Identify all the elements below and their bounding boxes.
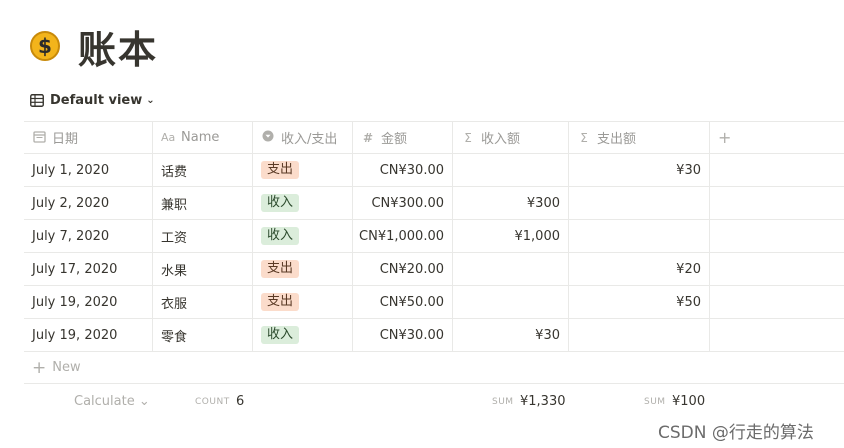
text-icon: Aa bbox=[161, 131, 176, 144]
amount-cell[interactable]: CN¥30.00 bbox=[353, 154, 453, 186]
table-header: 日期 Aa Name 收入/支出 # 金额 Σ 收入额 Σ 支出额 + bbox=[24, 121, 844, 154]
date-cell[interactable]: July 1, 2020 bbox=[24, 154, 153, 186]
column-header-date[interactable]: 日期 bbox=[24, 122, 153, 153]
name-cell[interactable]: 工资 bbox=[153, 220, 253, 252]
name-cell[interactable]: 水果 bbox=[153, 253, 253, 285]
income-sum-label[interactable]: SUM bbox=[492, 397, 514, 407]
expense-cell[interactable] bbox=[569, 319, 710, 351]
type-tag: 支出 bbox=[261, 293, 300, 311]
table-row[interactable]: July 7, 2020 工资 收入 CN¥1,000.00 ¥1,000 bbox=[24, 220, 844, 253]
type-cell[interactable]: 收入 bbox=[253, 187, 353, 219]
type-tag: 收入 bbox=[261, 194, 300, 212]
empty-cell[interactable] bbox=[710, 319, 844, 351]
chevron-down-icon[interactable]: ⌄ bbox=[146, 95, 154, 106]
expense-cell[interactable]: ¥30 bbox=[569, 154, 710, 186]
view-selector[interactable]: Default view ⌄ bbox=[30, 90, 155, 110]
type-tag: 收入 bbox=[261, 227, 300, 245]
expense-cell[interactable]: ¥20 bbox=[569, 253, 710, 285]
date-cell[interactable]: July 19, 2020 bbox=[24, 286, 153, 318]
date-cell[interactable]: July 7, 2020 bbox=[24, 220, 153, 252]
table-icon bbox=[30, 93, 44, 107]
page-header: $ 账本 bbox=[30, 22, 158, 72]
expense-cell[interactable]: ¥50 bbox=[569, 286, 710, 318]
income-cell[interactable] bbox=[453, 154, 569, 186]
table-row[interactable]: July 19, 2020 零食 收入 CN¥30.00 ¥30 bbox=[24, 319, 844, 352]
expense-cell[interactable] bbox=[569, 220, 710, 252]
plus-icon: + bbox=[718, 128, 732, 147]
formula-icon: Σ bbox=[464, 130, 472, 145]
type-tag: 支出 bbox=[261, 260, 300, 278]
dollar-coin-icon: $ bbox=[30, 31, 60, 61]
column-header-name[interactable]: Aa Name bbox=[153, 122, 253, 153]
table-row[interactable]: July 1, 2020 话费 支出 CN¥30.00 ¥30 bbox=[24, 154, 844, 187]
calculate-menu[interactable]: Calculate ⌄ bbox=[74, 394, 150, 409]
column-header-type[interactable]: 收入/支出 bbox=[253, 122, 353, 153]
income-cell[interactable] bbox=[453, 253, 569, 285]
select-icon bbox=[261, 130, 275, 145]
expense-cell[interactable] bbox=[569, 187, 710, 219]
name-cell[interactable]: 兼职 bbox=[153, 187, 253, 219]
add-column-button[interactable]: + bbox=[710, 122, 844, 153]
income-cell[interactable]: ¥1,000 bbox=[453, 220, 569, 252]
expense-sum-value: ¥100 bbox=[672, 394, 706, 409]
column-header-income[interactable]: Σ 收入额 bbox=[453, 122, 569, 153]
calendar-icon bbox=[32, 130, 46, 146]
database-table: 日期 Aa Name 收入/支出 # 金额 Σ 收入额 Σ 支出额 + July… bbox=[24, 121, 844, 418]
name-cell[interactable]: 衣服 bbox=[153, 286, 253, 318]
count-value: 6 bbox=[236, 394, 245, 409]
date-cell[interactable]: July 17, 2020 bbox=[24, 253, 153, 285]
watermark: CSDN @行走的算法 bbox=[658, 423, 814, 443]
income-cell[interactable] bbox=[453, 286, 569, 318]
calculation-row: Calculate ⌄ COUNT 6 SUM ¥1,330 SUM ¥100 bbox=[24, 384, 844, 418]
type-cell[interactable]: 支出 bbox=[253, 253, 353, 285]
formula-icon: Σ bbox=[580, 130, 588, 145]
name-cell[interactable]: 话费 bbox=[153, 154, 253, 186]
empty-cell[interactable] bbox=[710, 154, 844, 186]
column-header-amount[interactable]: # 金额 bbox=[353, 122, 453, 153]
income-cell[interactable]: ¥300 bbox=[453, 187, 569, 219]
type-cell[interactable]: 收入 bbox=[253, 319, 353, 351]
amount-cell[interactable]: CN¥50.00 bbox=[353, 286, 453, 318]
empty-cell[interactable] bbox=[710, 286, 844, 318]
empty-cell[interactable] bbox=[710, 253, 844, 285]
type-cell[interactable]: 支出 bbox=[253, 154, 353, 186]
number-icon: # bbox=[362, 130, 374, 145]
column-header-expense[interactable]: Σ 支出额 bbox=[569, 122, 710, 153]
name-cell[interactable]: 零食 bbox=[153, 319, 253, 351]
income-sum-value: ¥1,330 bbox=[520, 394, 566, 409]
table-row[interactable]: July 19, 2020 衣服 支出 CN¥50.00 ¥50 bbox=[24, 286, 844, 319]
type-tag: 支出 bbox=[261, 161, 300, 179]
type-cell[interactable]: 支出 bbox=[253, 286, 353, 318]
expense-sum-label[interactable]: SUM bbox=[644, 397, 666, 407]
empty-cell[interactable] bbox=[710, 187, 844, 219]
amount-cell[interactable]: CN¥1,000.00 bbox=[353, 220, 453, 252]
amount-cell[interactable]: CN¥20.00 bbox=[353, 253, 453, 285]
type-tag: 收入 bbox=[261, 326, 300, 344]
empty-cell[interactable] bbox=[710, 220, 844, 252]
type-cell[interactable]: 收入 bbox=[253, 220, 353, 252]
amount-cell[interactable]: CN¥30.00 bbox=[353, 319, 453, 351]
view-label[interactable]: Default view bbox=[50, 93, 142, 108]
new-row-button[interactable]: + New bbox=[24, 352, 844, 384]
count-label[interactable]: COUNT bbox=[195, 397, 230, 407]
table-row[interactable]: July 17, 2020 水果 支出 CN¥20.00 ¥20 bbox=[24, 253, 844, 286]
income-cell[interactable]: ¥30 bbox=[453, 319, 569, 351]
page-title[interactable]: 账本 bbox=[78, 19, 158, 74]
amount-cell[interactable]: CN¥300.00 bbox=[353, 187, 453, 219]
new-row-label: New bbox=[52, 360, 81, 375]
date-cell[interactable]: July 19, 2020 bbox=[24, 319, 153, 351]
plus-icon: + bbox=[32, 357, 47, 378]
table-row[interactable]: July 2, 2020 兼职 收入 CN¥300.00 ¥300 bbox=[24, 187, 844, 220]
date-cell[interactable]: July 2, 2020 bbox=[24, 187, 153, 219]
